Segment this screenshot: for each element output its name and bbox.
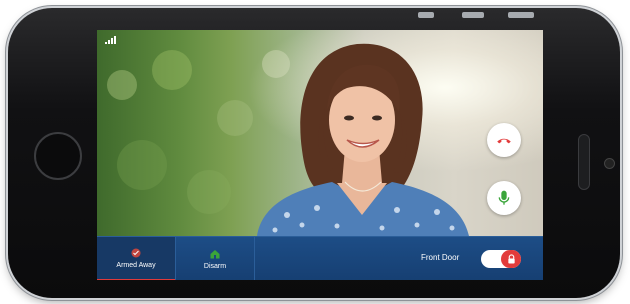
phone-hangup-icon [497,138,511,144]
hangup-button[interactable] [487,123,521,157]
toggle-knob [501,250,521,268]
front-door-label: Front Door [421,253,460,262]
armed-away-label: Armed Away [116,262,156,269]
volume-button [462,12,484,18]
power-button [508,12,534,18]
volume-button [418,12,434,18]
phone-screen: Armed Away Disarm Front Door [97,30,543,280]
front-camera [604,158,615,169]
disarm-label: Disarm [203,263,227,270]
disarm-button[interactable]: Disarm [176,237,255,280]
visitor-image [257,43,469,236]
armed-away-icon [131,248,141,258]
video-feed [97,30,543,236]
microphone-icon [498,190,510,205]
bottom-bar: Armed Away Disarm Front Door [97,236,543,280]
earpiece-speaker [578,134,590,190]
microphone-button[interactable] [487,181,521,215]
disarm-house-icon [210,250,220,259]
lock-icon [507,254,515,264]
home-button[interactable] [34,132,82,180]
armed-away-button[interactable]: Armed Away [97,237,175,280]
front-door-lock-toggle[interactable] [481,250,521,268]
cell-signal-icon [105,36,116,44]
